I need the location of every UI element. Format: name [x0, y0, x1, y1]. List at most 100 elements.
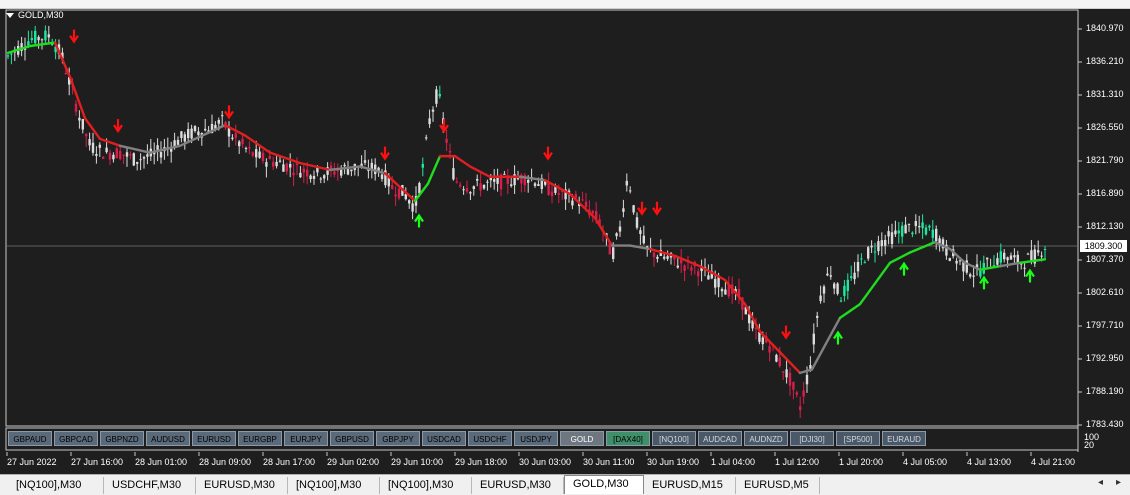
symbol-button[interactable]: GBPJPY — [376, 431, 420, 446]
chart-tab[interactable]: GOLD,M30 — [564, 475, 644, 494]
chart-tab[interactable]: USDCHF,M30 — [104, 477, 196, 494]
candle-body — [503, 173, 506, 175]
candle-body — [340, 169, 343, 176]
time-tick-label: 29 Jun 10:00 — [391, 457, 444, 467]
candle-body — [914, 221, 917, 227]
time-tick-label: 1 Jul 20:00 — [839, 457, 884, 467]
candle-body — [924, 227, 928, 235]
candle-body — [74, 103, 78, 112]
candle-body — [489, 177, 492, 181]
tab-scroll-left-icon[interactable]: ◂ — [1098, 477, 1103, 488]
candle-body — [853, 272, 856, 280]
price-tick-label: 1807.370 — [1086, 254, 1124, 264]
price-chart[interactable] — [0, 8, 1130, 474]
tab-scroll-right-icon[interactable]: ▸ — [1116, 477, 1121, 488]
buy-arrow-icon — [899, 261, 909, 276]
chart-tab[interactable]: EURUSD,M15 — [644, 477, 736, 494]
candle-body — [618, 226, 622, 232]
trend-line-segment — [858, 282, 877, 306]
candle-body — [1030, 250, 1033, 261]
chart-tab[interactable]: EURUSD,M30 — [472, 477, 564, 494]
oscillator-tick-label: 20 — [1084, 440, 1095, 450]
symbol-button[interactable]: GOLD — [560, 431, 604, 446]
candle-body — [676, 265, 679, 268]
symbol-button[interactable]: [NQ100] — [652, 431, 696, 446]
candle-body — [30, 38, 33, 41]
candle-body — [656, 256, 659, 259]
trend-line-segment — [118, 144, 152, 154]
candle-body — [863, 262, 866, 264]
chart-tab[interactable]: [NQ100],M30 — [380, 477, 472, 494]
chart-tab[interactable]: [NQ100],M30 — [288, 477, 380, 494]
candle-body — [1023, 267, 1026, 269]
candle-body — [1040, 255, 1043, 257]
symbol-button[interactable]: USDJPY — [514, 431, 558, 446]
candle-body — [319, 178, 322, 180]
sell-arrow-icon — [781, 325, 791, 340]
candle-body — [418, 183, 421, 194]
candle-body — [768, 346, 771, 353]
candle-body — [217, 120, 220, 124]
candle-body — [802, 390, 805, 397]
time-tick-label: 1 Jul 12:00 — [775, 457, 820, 467]
candle-body — [435, 89, 438, 104]
buy-arrow-icon — [1025, 268, 1035, 283]
symbol-button[interactable]: AUDUSD — [146, 431, 190, 446]
price-tick-label: 1831.310 — [1086, 89, 1124, 99]
candle-body — [479, 183, 482, 191]
candle-body — [690, 267, 693, 271]
symbol-button[interactable]: GBPUSD — [330, 431, 374, 446]
candle-body — [428, 118, 431, 125]
symbol-button[interactable]: EURUSD — [192, 431, 236, 446]
candle-body — [455, 181, 458, 183]
candle-body — [833, 283, 836, 289]
symbol-button[interactable]: GBPNZD — [100, 431, 144, 446]
candle-body — [462, 189, 465, 191]
chart-symbol-title[interactable]: GOLD,M30 — [6, 10, 64, 20]
symbol-button[interactable]: [SP500] — [836, 431, 880, 446]
candle-body — [785, 369, 788, 378]
candle-body — [969, 274, 972, 277]
candle-body — [921, 222, 924, 229]
symbol-button[interactable]: [DJI30] — [790, 431, 834, 446]
chart-tab[interactable]: EURUSD,M5 — [736, 477, 820, 494]
symbol-button[interactable]: USDCHF — [468, 431, 512, 446]
symbol-button[interactable]: EURAUD — [882, 431, 926, 446]
candle-body — [180, 131, 183, 139]
sell-arrow-icon — [637, 201, 647, 216]
time-tick-label: 30 Jun 19:00 — [647, 457, 700, 467]
candle-body — [98, 144, 101, 148]
price-tick-label: 1816.890 — [1086, 188, 1124, 198]
candle-body — [890, 232, 894, 244]
candle-body — [795, 392, 798, 395]
buy-arrow-icon — [414, 213, 424, 228]
candle-body — [812, 333, 815, 345]
candle-body — [299, 172, 302, 178]
candle-body — [482, 184, 486, 189]
symbol-button[interactable]: GBPAUD — [8, 431, 52, 446]
candle-body — [533, 183, 537, 186]
candle-body — [47, 34, 50, 38]
candle-body — [176, 139, 180, 145]
symbol-button[interactable]: EURGBP — [238, 431, 282, 446]
chart-window: GOLD,M30 1840.970 1836.210 1831.310 1826.55… — [0, 0, 1130, 474]
candle-body — [635, 217, 639, 228]
candle-body — [629, 190, 632, 192]
symbol-button[interactable]: EURJPY — [284, 431, 328, 446]
candle-body — [193, 126, 197, 131]
candle-body — [714, 278, 717, 288]
collapse-triangle-icon[interactable] — [6, 12, 14, 18]
chart-tab[interactable]: EURUSD,M30 — [196, 477, 288, 494]
candle-body — [680, 259, 683, 264]
candle-body — [836, 283, 839, 294]
chart-tab[interactable]: [NQ100],M30 — [8, 477, 104, 494]
symbol-button[interactable]: AUDNZD — [744, 431, 788, 446]
symbol-button[interactable]: AUDCAD — [698, 431, 742, 446]
time-tick-label: 30 Jun 03:00 — [519, 457, 572, 467]
symbol-button[interactable]: USDCAD — [422, 431, 466, 446]
symbol-button[interactable]: [DAX40] — [606, 431, 650, 446]
time-tick-label: 28 Jun 01:00 — [135, 457, 188, 467]
candle-body — [265, 162, 268, 167]
buy-arrow-icon — [833, 330, 843, 345]
symbol-button[interactable]: GBPCAD — [54, 431, 98, 446]
